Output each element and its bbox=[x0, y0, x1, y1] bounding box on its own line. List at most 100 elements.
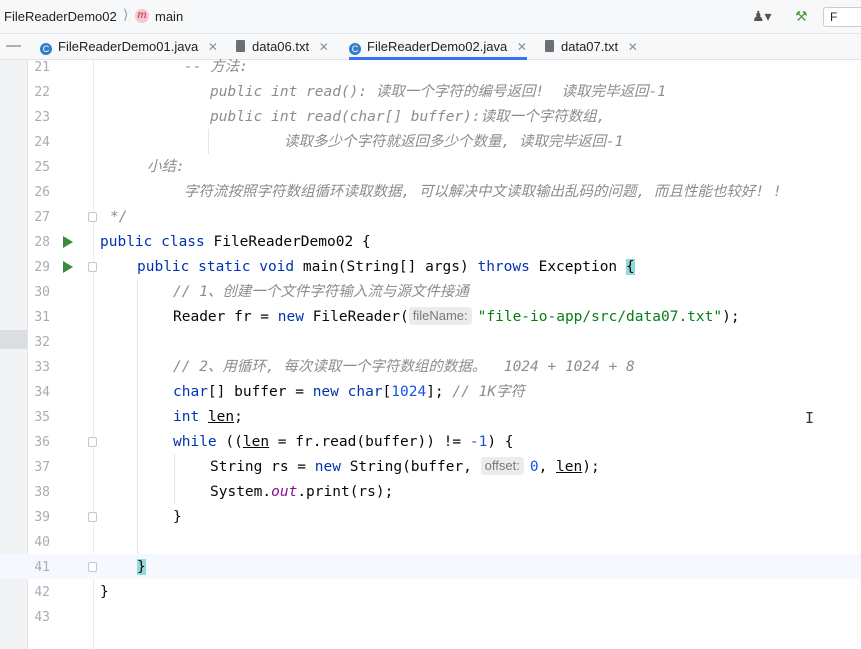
code-line-30[interactable]: // 1、创建一个文件字符输入流与源文件接通 bbox=[173, 280, 469, 305]
run-configuration-selector[interactable]: F bbox=[823, 7, 861, 27]
number-literal: -1 bbox=[469, 434, 488, 450]
code-text: FileReaderDemo02 { bbox=[204, 234, 371, 250]
collapse-icon[interactable]: — bbox=[6, 37, 21, 54]
breadcrumb-file[interactable]: FileReaderDemo02 bbox=[4, 9, 117, 24]
line-number: 37 bbox=[34, 460, 50, 475]
code-line-29[interactable]: public static void main(String[] args) t… bbox=[137, 255, 635, 280]
tool-window-marker[interactable] bbox=[0, 330, 27, 349]
line-number: 41 bbox=[34, 560, 50, 575]
line-number: 23 bbox=[34, 110, 50, 125]
line-number: 42 bbox=[34, 585, 50, 600]
code-text: FileReader( bbox=[303, 309, 409, 325]
code-text: ); bbox=[722, 309, 740, 325]
fold-marker[interactable] bbox=[88, 512, 97, 522]
line-number: 43 bbox=[34, 610, 50, 625]
line-number: 25 bbox=[34, 160, 50, 175]
code-text: Reader fr = bbox=[173, 309, 278, 325]
matched-brace: } bbox=[137, 559, 146, 575]
code-text: ); bbox=[582, 459, 600, 475]
code-line-34[interactable]: char[] buffer = new char[1024]; // 1K字符 bbox=[173, 380, 525, 405]
code-line-24[interactable]: 读取多少个字符就返回多少个数量, 读取完毕返回-1 bbox=[284, 130, 623, 155]
parameter-hint: fileName: bbox=[408, 307, 472, 325]
code-text: main(String[] args) bbox=[294, 259, 478, 275]
tab-data07[interactable]: data07.txt ✕ bbox=[545, 34, 638, 59]
number-literal: 1024 bbox=[391, 384, 427, 400]
code-line-28[interactable]: public class FileReaderDemo02 { bbox=[100, 230, 371, 255]
tab-data06[interactable]: data06.txt ✕ bbox=[236, 34, 329, 59]
code-line-23[interactable]: public int read(char[] buffer):读取一个字符数组, bbox=[210, 105, 605, 130]
fold-marker[interactable] bbox=[88, 437, 97, 447]
code-text: Exception bbox=[529, 259, 626, 275]
matched-brace: { bbox=[625, 259, 635, 275]
run-main-icon[interactable] bbox=[63, 261, 73, 273]
line-number: 33 bbox=[34, 360, 50, 375]
code-line-36[interactable]: while ((len = fr.read(buffer)) != -1) { bbox=[173, 430, 514, 455]
code-text: String(buffer, bbox=[340, 459, 481, 475]
variable: len bbox=[242, 434, 270, 450]
tab-label: data07.txt bbox=[561, 39, 619, 54]
code-line-26[interactable]: 字符流按照字符数组循环读取数据, 可以解决中文读取输出乱码的问题, 而且性能也较… bbox=[184, 180, 782, 205]
line-number: 28 bbox=[34, 235, 50, 250]
code-text: .print(rs); bbox=[297, 484, 394, 500]
fold-marker[interactable] bbox=[88, 562, 97, 572]
run-class-icon[interactable] bbox=[63, 236, 73, 248]
code-line-25[interactable]: 小结: bbox=[147, 155, 185, 180]
keyword: new bbox=[314, 459, 341, 475]
fold-marker[interactable] bbox=[88, 212, 97, 222]
close-icon[interactable]: ✕ bbox=[628, 40, 638, 54]
line-number: 21 bbox=[34, 60, 50, 75]
line-number: 32 bbox=[34, 335, 50, 350]
close-icon[interactable]: ✕ bbox=[319, 40, 329, 54]
static-field: out bbox=[271, 484, 298, 500]
code-line-42[interactable]: } bbox=[100, 580, 109, 605]
line-number: 35 bbox=[34, 410, 50, 425]
run-config-label: F bbox=[830, 10, 838, 24]
indent-guide bbox=[174, 454, 175, 504]
code-line-35[interactable]: int len; bbox=[173, 405, 243, 430]
code-line-37[interactable]: String rs = new String(buffer, offset: 0,… bbox=[210, 455, 600, 480]
code-line-27[interactable]: */ bbox=[110, 205, 127, 230]
line-number: 34 bbox=[34, 385, 50, 400]
code-text: ) { bbox=[487, 434, 514, 450]
fold-marker[interactable] bbox=[88, 262, 97, 272]
tab-label: data06.txt bbox=[252, 39, 310, 54]
number-literal: 0 bbox=[529, 459, 539, 475]
keyword: int bbox=[173, 409, 200, 425]
code-line-21[interactable]: -- 方法: bbox=[184, 55, 248, 80]
code-line-33[interactable]: // 2、用循环, 每次读取一个字符数组的数据。 1024 + 1024 + 8 bbox=[173, 355, 635, 380]
inline-comment: // 1K字符 bbox=[452, 384, 526, 400]
line-number: 24 bbox=[34, 135, 50, 150]
code-text: , bbox=[538, 459, 557, 475]
keyword: public class bbox=[100, 234, 205, 250]
line-number: 39 bbox=[34, 510, 50, 525]
code-text: String rs = bbox=[210, 459, 315, 475]
keyword: new bbox=[312, 384, 339, 400]
code-text: ]; bbox=[426, 384, 453, 400]
code-line-22[interactable]: public int read(): 读取一个字符的编号返回! 读取完毕返回-1 bbox=[210, 80, 666, 105]
keyword: public static void bbox=[137, 259, 295, 275]
code-line-41[interactable]: } bbox=[137, 555, 146, 580]
mouse-text-cursor: I bbox=[805, 409, 815, 427]
close-icon[interactable]: ✕ bbox=[517, 40, 527, 54]
code-text: ; bbox=[234, 409, 243, 425]
code-line-38[interactable]: System.out.print(rs); bbox=[210, 480, 393, 505]
line-number: 29 bbox=[34, 260, 50, 275]
java-class-icon: C bbox=[349, 43, 361, 55]
hammer-icon[interactable]: ⚒ bbox=[795, 8, 808, 25]
user-icon[interactable]: ♟▾ bbox=[752, 8, 772, 25]
breadcrumb-method[interactable]: main bbox=[155, 9, 183, 24]
current-line-highlight bbox=[0, 554, 861, 579]
keyword: new bbox=[277, 309, 304, 325]
text-file-icon bbox=[236, 40, 245, 52]
line-number: 30 bbox=[34, 285, 50, 300]
close-icon[interactable]: ✕ bbox=[208, 40, 218, 54]
line-number: 31 bbox=[34, 310, 50, 325]
tab-label: FileReaderDemo01.java bbox=[58, 39, 199, 54]
tab-filereaderdemo02[interactable]: C FileReaderDemo02.java ✕ bbox=[349, 34, 527, 60]
code-line-31[interactable]: Reader fr = new FileReader(fileName: "fil… bbox=[173, 305, 740, 330]
code-line-39[interactable]: } bbox=[173, 505, 182, 530]
editor-tab-bar: — C FileReaderDemo01.java ✕ data06.txt ✕ … bbox=[0, 34, 861, 60]
keyword: char bbox=[338, 384, 383, 400]
line-number: 36 bbox=[34, 435, 50, 450]
